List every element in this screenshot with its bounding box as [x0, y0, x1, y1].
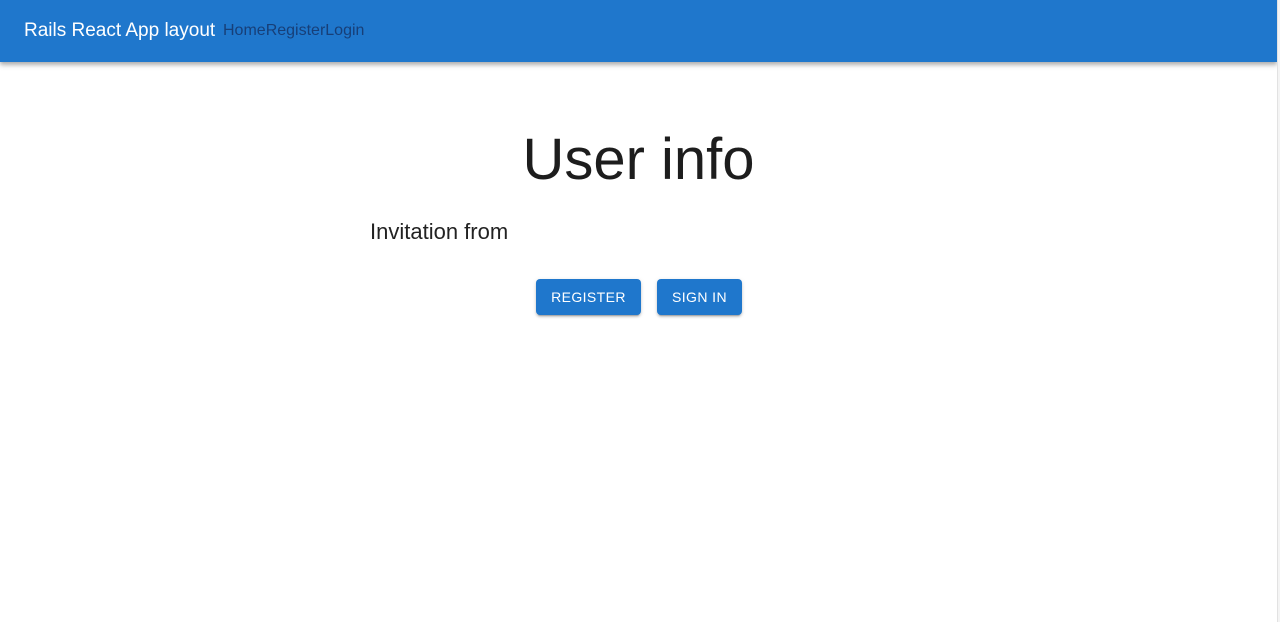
- top-app-bar: Rails React App layout Home Register Log…: [0, 0, 1277, 62]
- sign-in-button[interactable]: SIGN IN: [657, 279, 742, 315]
- page-title: User info: [522, 127, 755, 192]
- nav-link-register[interactable]: Register: [266, 21, 326, 41]
- nav-link-login[interactable]: Login: [325, 21, 364, 41]
- app-title: Rails React App layout: [24, 20, 216, 41]
- invitation-text: Invitation from: [370, 219, 509, 244]
- register-button[interactable]: REGISTER: [536, 279, 641, 315]
- app-root: Rails React App layout Home Register Log…: [0, 0, 1280, 622]
- action-buttons: REGISTER SIGN IN: [536, 279, 742, 315]
- nav-link-home[interactable]: Home: [223, 21, 266, 41]
- main-navigation: Home Register Login: [223, 21, 364, 41]
